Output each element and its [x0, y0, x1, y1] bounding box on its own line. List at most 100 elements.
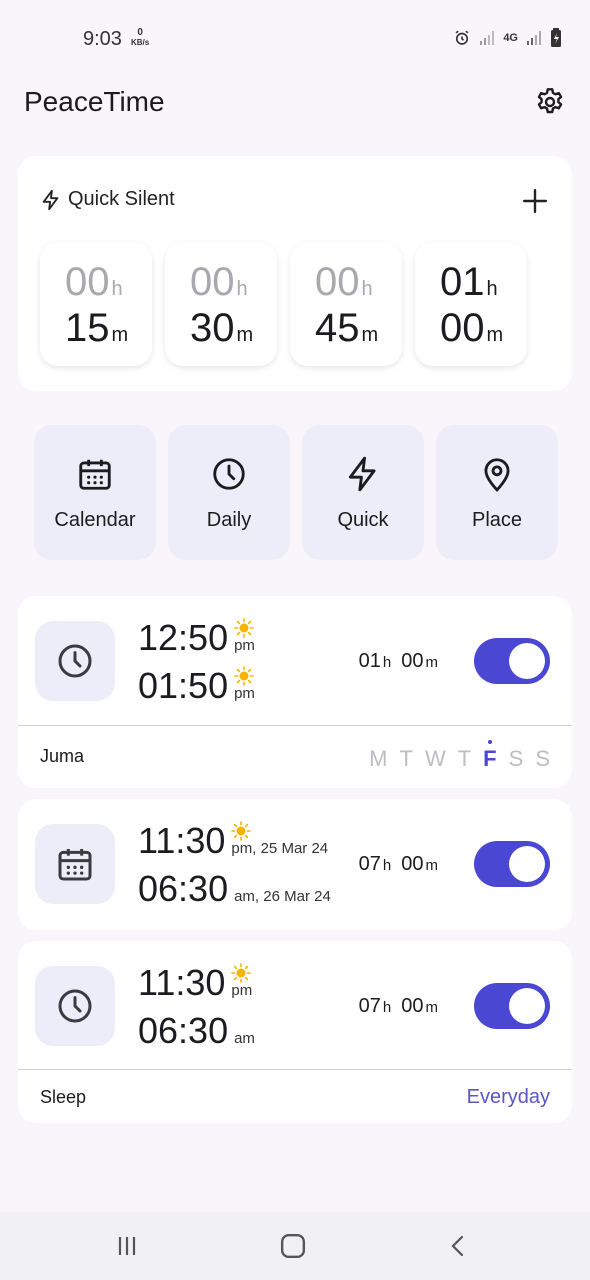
daily-label: Daily	[206, 509, 252, 531]
start-time: 12:50	[138, 617, 229, 658]
schedule-toggle[interactable]	[474, 983, 550, 1029]
back-button[interactable]	[438, 1230, 478, 1262]
option-hours-unit: h	[361, 278, 373, 300]
day-thursday: T	[457, 746, 472, 771]
schedule-card[interactable]: 12:50 pm 01:50 pm 01 h 00 m Juma M T W T F…	[18, 596, 572, 788]
settings-button[interactable]	[532, 84, 568, 120]
option-minutes-unit: m	[361, 324, 379, 346]
schedule-toggle[interactable]	[474, 841, 550, 887]
duration-hours-unit: h	[382, 654, 392, 671]
schedule-card[interactable]: 11:30 pm, 25 Mar 24 06:30 am, 26 Mar 24 …	[18, 799, 572, 930]
weekday-selector: M T W T F S S	[369, 740, 550, 772]
clock-icon	[58, 644, 92, 678]
quick-button[interactable]: Quick	[302, 425, 424, 560]
network-type-label: 4G	[503, 32, 518, 44]
schedule-times: 11:30 pm, 25 Mar 24 06:30 am, 26 Mar 24	[138, 819, 331, 915]
moon-icon	[235, 1014, 243, 1028]
app-bar: PeaceTime	[0, 72, 590, 136]
option-hours-unit: h	[486, 278, 498, 300]
schedule-label: Sleep	[40, 1087, 87, 1107]
daily-button[interactable]: Daily	[168, 425, 290, 560]
signal-icon	[527, 31, 541, 45]
recent-apps-icon	[118, 1237, 136, 1255]
schedule-times: 12:50 pm 01:50 pm	[138, 616, 255, 712]
schedule-duration: 01 h 00 m	[359, 650, 446, 673]
option-hours: 01	[440, 260, 485, 304]
toggle-knob	[509, 643, 545, 679]
start-time: 11:30	[138, 820, 226, 861]
quick-silent-option-30m[interactable]: 00 h 30 m	[165, 242, 277, 366]
quick-silent-option-45m[interactable]: 00 h 45 m	[290, 242, 402, 366]
schedule-label: Juma	[40, 746, 85, 766]
duration-hours: 07	[358, 995, 381, 1017]
quick-silent-options: 00 h 15 m 00 h 30 m 00 h 45 m 01 h 00 m	[40, 242, 527, 366]
place-button[interactable]: Place	[436, 425, 558, 560]
end-suffix: am	[234, 1030, 255, 1047]
duration-minutes: 00	[401, 853, 424, 875]
option-hours: 00	[315, 260, 360, 304]
duration-minutes: 00	[401, 650, 424, 672]
start-suffix: pm	[231, 982, 253, 999]
schedule-times: 11:30 pm 06:30 am	[138, 961, 255, 1057]
app-title: PeaceTime	[24, 86, 165, 117]
option-minutes: 15	[65, 306, 110, 350]
quick-silent-option-1h[interactable]: 01 h 00 m	[415, 242, 527, 366]
battery-icon	[551, 28, 561, 47]
calendar-label: Calendar	[54, 509, 136, 531]
clock-icon	[58, 989, 92, 1023]
day-friday: F	[483, 740, 497, 771]
calendar-icon	[79, 459, 111, 490]
status-bar: 9:03 0 KB/s 4G	[0, 0, 590, 72]
quick-silent-option-15m[interactable]: 00 h 15 m	[40, 242, 152, 366]
schedule-card[interactable]: 11:30 pm 06:30 am 07 h 00 m Sleep Everyday	[18, 941, 572, 1123]
duration-minutes: 00	[401, 995, 424, 1017]
option-minutes-unit: m	[111, 324, 129, 346]
option-hours-unit: h	[111, 278, 123, 300]
end-time: 06:30	[138, 868, 229, 909]
schedule-type-badge	[35, 966, 115, 1046]
duration-minutes-unit: m	[425, 654, 439, 671]
quick-silent-card: Quick Silent 00 h 15 m 00 h 30 m 00 h 45 m 01 h…	[18, 156, 572, 391]
network-speed-value: 0	[137, 27, 143, 38]
schedule-type-badge	[35, 621, 115, 701]
option-minutes: 00	[440, 306, 485, 350]
status-time: 9:03	[83, 28, 122, 50]
calendar-icon	[58, 849, 92, 881]
day-monday: M	[369, 746, 388, 771]
duration-hours: 07	[358, 853, 381, 875]
option-hours: 00	[190, 260, 235, 304]
sun-icon	[231, 963, 252, 983]
schedule-duration: 07 h 00 m	[359, 995, 446, 1018]
option-minutes-unit: m	[236, 324, 254, 346]
calendar-button[interactable]: Calendar	[34, 425, 156, 560]
lightning-icon	[348, 456, 376, 492]
place-label: Place	[471, 509, 523, 531]
schedule-toggle[interactable]	[474, 638, 550, 684]
option-hours: 00	[65, 260, 110, 304]
option-minutes-unit: m	[486, 324, 504, 346]
signal-icon	[480, 31, 495, 45]
end-time: 06:30	[138, 1010, 229, 1051]
day-wednesday: W	[424, 746, 446, 771]
option-minutes: 45	[315, 306, 360, 350]
network-speed: 0 KB/s	[131, 28, 149, 48]
duration-hours-unit: h	[382, 857, 392, 874]
quick-silent-title: Quick Silent	[68, 188, 175, 210]
location-pin-icon	[484, 458, 510, 492]
quick-label: Quick	[337, 509, 389, 531]
add-quick-silent-button[interactable]	[520, 186, 550, 216]
day-sunday: S	[535, 746, 550, 771]
plus-icon	[522, 188, 548, 214]
home-icon	[280, 1233, 306, 1259]
sun-icon	[234, 618, 254, 638]
home-button[interactable]	[273, 1230, 313, 1262]
sun-icon	[231, 821, 252, 841]
day-saturday: S	[508, 746, 524, 771]
recent-apps-button[interactable]	[107, 1230, 147, 1262]
option-minutes: 30	[190, 306, 235, 350]
divider	[18, 725, 572, 726]
lightning-icon	[42, 189, 59, 210]
duration-hours-unit: h	[382, 999, 392, 1016]
start-time: 11:30	[138, 962, 226, 1003]
start-suffix: pm	[234, 637, 255, 654]
